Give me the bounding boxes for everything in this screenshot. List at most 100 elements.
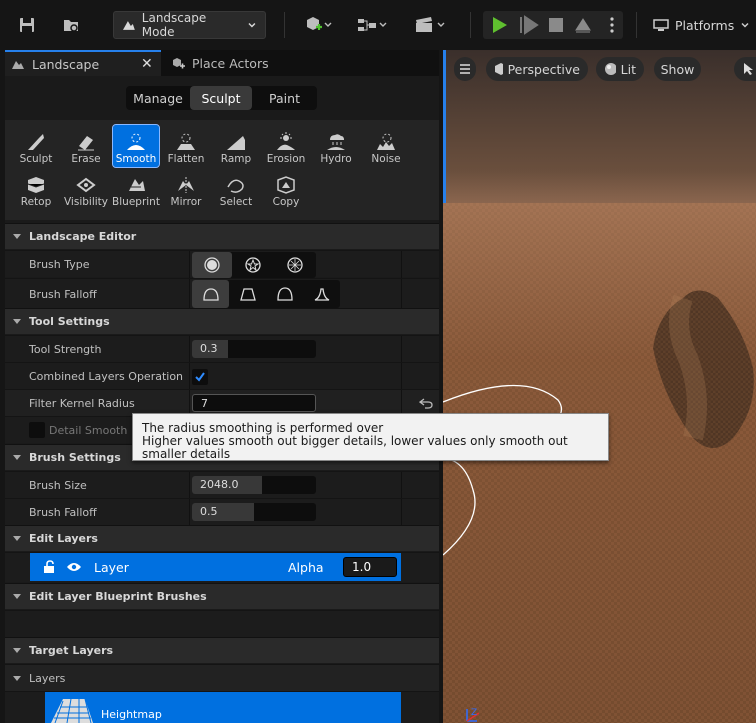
stop-icon[interactable] xyxy=(549,18,563,32)
sculpt-icon xyxy=(28,134,44,150)
tool-visibility[interactable]: Visibility xyxy=(63,168,109,210)
section-edit-layer-blueprint-brushes[interactable]: Edit Layer Blueprint Brushes xyxy=(5,583,439,609)
caret-down-icon xyxy=(13,319,21,324)
play-icon[interactable] xyxy=(493,17,507,33)
tool-hydro[interactable]: Hydro xyxy=(313,125,359,167)
linear-falloff-icon xyxy=(239,288,256,301)
tab-place-actors[interactable]: Place Actors xyxy=(165,50,305,76)
section-title: Brush Settings xyxy=(29,451,121,464)
lit-sphere-icon xyxy=(605,63,616,75)
tool-strength-input[interactable]: 0.3 xyxy=(192,340,316,358)
perspective-button[interactable]: Perspective xyxy=(486,57,588,81)
tool-flatten[interactable]: Flatten xyxy=(163,125,209,167)
brush-falloff-amount-input[interactable]: 0.5 xyxy=(192,503,316,521)
tool-ramp[interactable]: Ramp xyxy=(213,125,259,167)
tool-strength-row: Tool Strength 0.3 xyxy=(5,335,439,363)
brush-type-pattern[interactable] xyxy=(274,252,316,278)
edit-layer-row[interactable]: Layer Alpha 1.0 xyxy=(30,553,401,581)
brush-falloff-amount-label: Brush Falloff xyxy=(29,506,97,519)
falloff-spherical[interactable] xyxy=(266,280,303,308)
section-tool-settings[interactable]: Tool Settings xyxy=(5,308,439,334)
blueprint-icon xyxy=(358,19,387,31)
heightmap-layer-row[interactable]: Heightmap xyxy=(45,692,401,723)
tool-select[interactable]: Select xyxy=(213,168,259,210)
brush-falloff-amount-value: 0.5 xyxy=(200,505,218,518)
combined-layers-checkbox[interactable] xyxy=(192,369,208,385)
copy-icon xyxy=(277,176,295,194)
brush-type-alpha[interactable] xyxy=(232,252,274,278)
mode-selector[interactable]: Landscape Mode xyxy=(113,11,266,39)
tool-retop[interactable]: Retop xyxy=(13,168,59,210)
noise-icon xyxy=(377,133,395,150)
erosion-icon xyxy=(277,132,295,150)
tool-copy[interactable]: Copy xyxy=(263,168,309,210)
tool-smooth[interactable]: Smooth xyxy=(112,124,160,168)
flatten-icon xyxy=(177,133,195,150)
section-title: Tool Settings xyxy=(29,315,110,328)
lit-button[interactable]: Lit xyxy=(596,57,644,81)
caret-down-icon xyxy=(13,455,21,460)
advance-frame-icon[interactable] xyxy=(520,15,539,35)
cinematics-button[interactable] xyxy=(408,11,452,39)
tab-manage[interactable]: Manage xyxy=(126,86,190,110)
close-icon[interactable]: ✕ xyxy=(141,56,153,72)
section-edit-layers[interactable]: Edit Layers xyxy=(5,525,439,551)
eject-icon[interactable] xyxy=(575,18,591,33)
play-controls xyxy=(483,11,623,39)
tab-place-actors-label: Place Actors xyxy=(192,55,269,71)
tool-erosion[interactable]: Erosion xyxy=(263,125,309,167)
tool-blueprint[interactable]: Blueprint xyxy=(112,168,160,210)
alpha-input[interactable]: 1.0 xyxy=(343,557,397,577)
tool-sculpt[interactable]: Sculpt xyxy=(13,125,59,167)
lit-label: Lit xyxy=(620,61,636,77)
brush-type-label: Brush Type xyxy=(29,258,90,271)
tool-erase[interactable]: Erase xyxy=(63,125,109,167)
falloff-tip[interactable] xyxy=(303,280,340,308)
checkmark-icon xyxy=(195,372,205,382)
tool-mirror[interactable]: Mirror xyxy=(163,168,209,210)
eraser-icon xyxy=(78,136,94,151)
section-target-layers[interactable]: Target Layers xyxy=(5,637,439,663)
tool-noise[interactable]: Noise xyxy=(363,125,409,167)
viewport-menu-button[interactable] xyxy=(454,57,476,81)
save-icon[interactable] xyxy=(14,11,40,39)
section-title: Landscape Editor xyxy=(29,230,137,243)
more-options-icon[interactable] xyxy=(610,17,614,33)
brush-type-circle[interactable] xyxy=(192,252,232,278)
tab-sculpt[interactable]: Sculpt xyxy=(190,86,252,110)
tab-landscape[interactable]: Landscape ✕ xyxy=(5,50,161,76)
detail-smooth-checkbox[interactable] xyxy=(29,422,45,438)
tool-label: Smooth xyxy=(115,153,157,165)
level-viewport[interactable]: Z Perspective Lit Show xyxy=(443,50,756,723)
blueprint-brushes-list xyxy=(5,610,439,637)
tool-label: Erase xyxy=(71,153,101,165)
reset-to-default-icon[interactable] xyxy=(419,397,433,409)
content-browser-icon[interactable] xyxy=(58,11,84,39)
alpha-label: Alpha xyxy=(288,560,324,575)
place-actors-icon xyxy=(173,58,185,69)
brush-size-input[interactable]: 2048.0 xyxy=(192,476,316,494)
eye-icon[interactable] xyxy=(66,561,82,573)
show-button[interactable]: Show xyxy=(654,57,701,81)
heightmap-label: Heightmap xyxy=(101,708,162,721)
brush-size-label: Brush Size xyxy=(29,479,87,492)
select-mode-button[interactable] xyxy=(734,57,756,81)
layers-label: Layers xyxy=(29,672,66,685)
spherical-falloff-icon xyxy=(276,287,293,301)
blueprint-menu-button[interactable] xyxy=(352,11,392,39)
tool-label: Sculpt xyxy=(19,153,53,165)
falloff-smooth[interactable] xyxy=(192,280,229,308)
brush-cursor xyxy=(443,384,563,556)
layers-group-row[interactable]: Layers xyxy=(5,664,439,691)
tab-paint[interactable]: Paint xyxy=(252,86,317,110)
add-cube-icon xyxy=(307,17,332,30)
brush-falloff-label: Brush Falloff xyxy=(29,287,97,301)
section-landscape-editor[interactable]: Landscape Editor xyxy=(5,223,439,249)
landscape-mode-icon xyxy=(122,21,135,30)
add-actor-button[interactable] xyxy=(298,11,338,39)
falloff-linear[interactable] xyxy=(229,280,266,308)
platforms-button[interactable]: Platforms xyxy=(645,11,756,39)
unlock-icon[interactable] xyxy=(42,560,56,574)
filter-kernel-radius-input[interactable]: 7 xyxy=(192,394,316,412)
caret-down-icon xyxy=(13,676,21,681)
